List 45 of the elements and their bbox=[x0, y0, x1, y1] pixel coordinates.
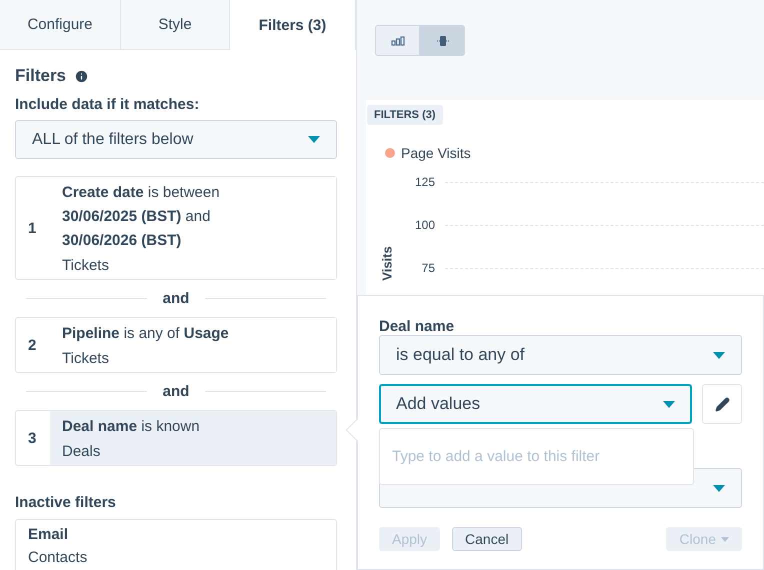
filter-name: Email bbox=[28, 526, 70, 543]
object-type: Tickets bbox=[62, 256, 110, 276]
filter-card[interactable]: 3 Deal name is known Deals bbox=[15, 410, 337, 466]
filter-description: Pipeline is any of Usage bbox=[62, 324, 230, 344]
view-toggle-button[interactable] bbox=[420, 25, 465, 56]
field-label: Include data if it matches: bbox=[15, 96, 200, 113]
object-type: Tickets bbox=[62, 349, 110, 369]
tab[interactable]: Style bbox=[121, 0, 230, 50]
filter-number: 1 bbox=[27, 218, 38, 238]
filter-description: Deal name is known bbox=[62, 417, 201, 437]
operator-select[interactable]: is equal to any of bbox=[379, 335, 742, 375]
bar-chart-icon bbox=[390, 36, 404, 46]
filter-card[interactable]: 2 Pipeline is any of Usage Tickets bbox=[15, 317, 337, 373]
connector-text: and bbox=[162, 290, 190, 307]
object-type: Deals bbox=[62, 442, 102, 462]
value-input[interactable]: Type to add a value to this filter bbox=[390, 447, 683, 466]
view-toggle-button[interactable] bbox=[375, 25, 420, 56]
section-title: Filters bbox=[15, 66, 66, 86]
axis-tick-label: 75 bbox=[420, 261, 435, 275]
section-title: Inactive filters bbox=[15, 494, 117, 511]
info-icon bbox=[74, 68, 90, 84]
filter-number: 2 bbox=[27, 336, 38, 356]
axis-tick-label: 125 bbox=[414, 175, 435, 189]
edit-button[interactable] bbox=[702, 384, 742, 424]
pencil-icon bbox=[714, 396, 730, 412]
caret-icon bbox=[663, 400, 675, 408]
connector-text: and bbox=[162, 383, 190, 400]
axis-title: Visits bbox=[380, 246, 394, 281]
filters-badge: FILTERS (3) bbox=[367, 105, 443, 125]
legend-label: Page Visits bbox=[401, 145, 471, 161]
action-button[interactable]: Cancel bbox=[452, 527, 522, 551]
field-label: Deal name bbox=[379, 318, 456, 335]
filter-number: 3 bbox=[27, 428, 38, 448]
filter-description: Create date is between 30/06/2025 (BST) and 30/06/2026 (BST) bbox=[62, 183, 221, 251]
object-type: Contacts bbox=[28, 548, 88, 568]
table-icon bbox=[436, 34, 448, 46]
filter-card[interactable]: 1 Create date is between 30/06/2025 (BST) and 30/06/2026 (BST) Tickets bbox=[15, 176, 337, 280]
caret-icon bbox=[713, 484, 725, 492]
value-input-field[interactable]: Type to add a value to this filter bbox=[379, 428, 694, 485]
values-select[interactable]: Add values bbox=[379, 384, 692, 424]
caret-icon bbox=[308, 136, 320, 143]
caret-icon bbox=[713, 352, 725, 358]
tab[interactable]: Configure bbox=[0, 0, 121, 50]
match-select[interactable]: ALL of the filters below bbox=[15, 120, 337, 159]
axis-tick-label: 100 bbox=[414, 218, 435, 232]
